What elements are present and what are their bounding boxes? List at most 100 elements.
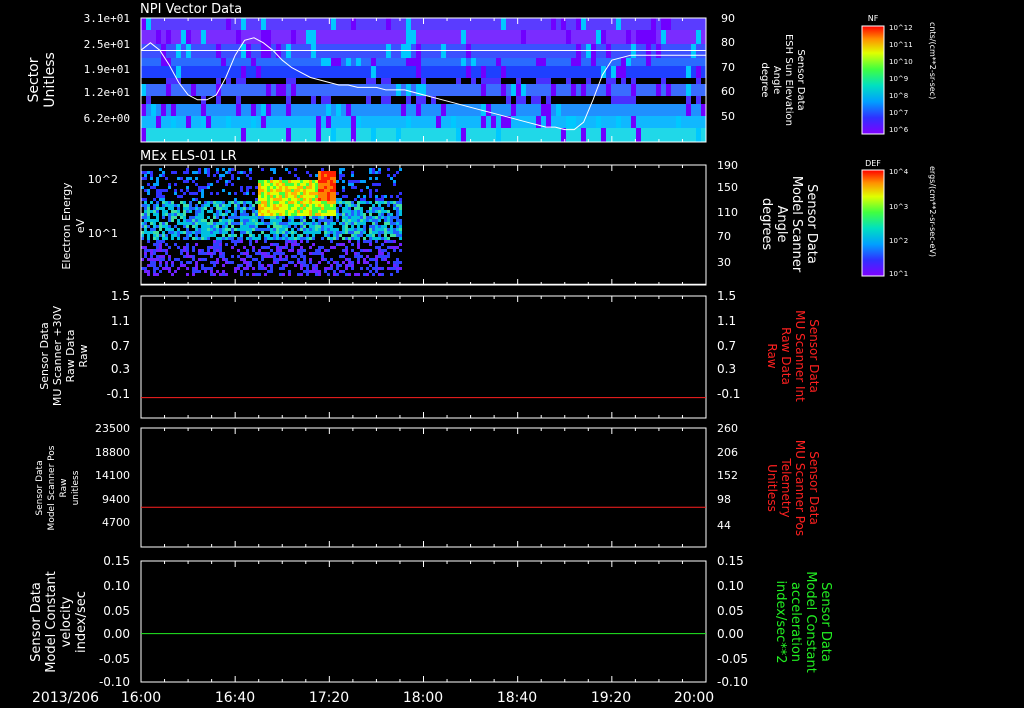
heatmap-cell bbox=[426, 18, 432, 30]
heatmap-cell bbox=[393, 249, 396, 252]
heatmap-cell bbox=[456, 104, 462, 116]
heatmap-cell bbox=[651, 58, 657, 66]
heatmap-cell bbox=[531, 66, 537, 78]
colorbar-tick: 10^6 bbox=[889, 126, 909, 134]
heatmap-cell bbox=[321, 225, 324, 228]
heatmap-cell bbox=[686, 18, 692, 30]
heatmap-cell bbox=[196, 128, 202, 142]
heatmap-cell bbox=[339, 177, 342, 180]
heatmap-cell bbox=[281, 96, 287, 104]
heatmap-cell bbox=[396, 30, 402, 44]
heatmap-cell bbox=[369, 213, 372, 216]
heatmap-cell bbox=[276, 189, 279, 192]
heatmap-cell bbox=[369, 177, 372, 180]
heatmap-cell bbox=[270, 201, 273, 204]
heatmap-cell bbox=[156, 243, 159, 246]
heatmap-cell bbox=[273, 213, 276, 216]
heatmap-cell bbox=[456, 66, 462, 78]
heatmap-cell bbox=[171, 234, 174, 237]
heatmap-cell bbox=[192, 216, 195, 219]
heatmap-cell bbox=[198, 216, 201, 219]
heatmap-cell bbox=[461, 58, 467, 66]
heatmap-cell bbox=[165, 252, 168, 255]
ytick-right-label: 206 bbox=[717, 446, 738, 459]
heatmap-cell bbox=[166, 18, 172, 30]
heatmap-cell bbox=[306, 234, 309, 237]
heatmap-cell bbox=[306, 264, 309, 267]
heatmap-cell bbox=[153, 213, 156, 216]
heatmap-cell bbox=[181, 104, 187, 116]
heatmap-cell bbox=[201, 237, 204, 240]
heatmap-cell bbox=[183, 216, 186, 219]
heatmap-cell bbox=[336, 66, 342, 78]
heatmap-cell bbox=[153, 186, 156, 189]
heatmap-cell bbox=[651, 66, 657, 78]
heatmap-cell bbox=[271, 84, 277, 96]
heatmap-cell bbox=[251, 18, 257, 30]
heatmap-cell bbox=[324, 183, 327, 186]
heatmap-cell bbox=[336, 216, 339, 219]
heatmap-cell bbox=[357, 246, 360, 249]
heatmap-cell bbox=[357, 240, 360, 243]
heatmap-cell bbox=[357, 273, 360, 276]
heatmap-cell bbox=[356, 96, 362, 104]
heatmap-cell bbox=[621, 18, 627, 30]
heatmap-cell bbox=[300, 183, 303, 186]
heatmap-cell bbox=[264, 183, 267, 186]
heatmap-cell bbox=[249, 216, 252, 219]
heatmap-cell bbox=[206, 18, 212, 30]
heatmap-cell bbox=[258, 198, 261, 201]
heatmap-cell bbox=[606, 30, 612, 44]
heatmap-cell bbox=[234, 213, 237, 216]
heatmap-cell bbox=[546, 84, 552, 96]
heatmap-cell bbox=[511, 84, 517, 96]
heatmap-cell bbox=[231, 255, 234, 258]
heatmap-cell bbox=[345, 246, 348, 249]
heatmap-cell bbox=[601, 78, 607, 84]
heatmap-cell bbox=[282, 237, 285, 240]
heatmap-cell bbox=[321, 198, 324, 201]
heatmap-cell bbox=[279, 246, 282, 249]
heatmap-cell bbox=[204, 234, 207, 237]
heatmap-cell bbox=[327, 267, 330, 270]
heatmap-cell bbox=[206, 66, 212, 78]
heatmap-cell bbox=[681, 104, 687, 116]
heatmap-cell bbox=[273, 237, 276, 240]
heatmap-cell bbox=[258, 261, 261, 264]
heatmap-cell bbox=[231, 104, 237, 116]
heatmap-cell bbox=[421, 96, 427, 104]
heatmap-cell bbox=[270, 198, 273, 201]
heatmap-cell bbox=[571, 104, 577, 116]
heatmap-cell bbox=[396, 201, 399, 204]
heatmap-cell bbox=[576, 78, 582, 84]
heatmap-cell bbox=[331, 58, 337, 66]
heatmap-cell bbox=[393, 183, 396, 186]
heatmap-cell bbox=[636, 58, 642, 66]
heatmap-cell bbox=[162, 171, 165, 174]
heatmap-cell bbox=[171, 84, 177, 96]
heatmap-cell bbox=[375, 237, 378, 240]
heatmap-cell bbox=[321, 66, 327, 78]
heatmap-cell bbox=[396, 216, 399, 219]
heatmap-cell bbox=[180, 201, 183, 204]
heatmap-cell bbox=[556, 128, 562, 142]
heatmap-cell bbox=[216, 58, 222, 66]
heatmap-cell bbox=[411, 84, 417, 96]
heatmap-cell bbox=[192, 219, 195, 222]
heatmap-cell bbox=[416, 128, 422, 142]
heatmap-cell bbox=[150, 186, 153, 189]
heatmap-cell bbox=[626, 96, 632, 104]
heatmap-cell bbox=[511, 18, 517, 30]
heatmap-cell bbox=[411, 66, 417, 78]
heatmap-cell bbox=[174, 234, 177, 237]
heatmap-cell bbox=[501, 84, 507, 96]
heatmap-cell bbox=[346, 104, 352, 116]
heatmap-cell bbox=[252, 219, 255, 222]
heatmap-cell bbox=[189, 204, 192, 207]
heatmap-cell bbox=[511, 128, 517, 142]
heatmap-cell bbox=[281, 104, 287, 116]
heatmap-cell bbox=[336, 198, 339, 201]
heatmap-cell bbox=[357, 255, 360, 258]
heatmap-cell bbox=[306, 186, 309, 189]
heatmap-cell bbox=[300, 207, 303, 210]
